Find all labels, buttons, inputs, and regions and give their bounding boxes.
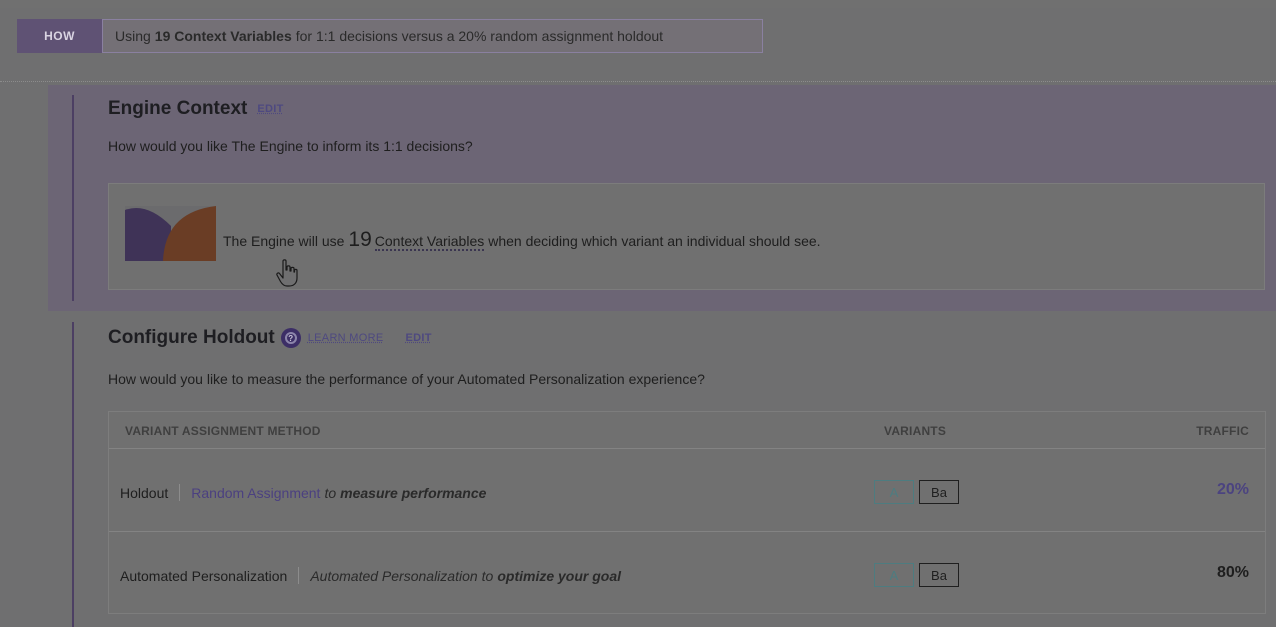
divider [179,484,181,501]
method-to: to [324,484,337,501]
traffic-value: 20% [1216,481,1249,498]
holdout-edit-link[interactable]: EDIT [406,332,432,344]
learn-more-link[interactable]: LEARN MORE [308,332,384,344]
configure-holdout-heading: Configure Holdout ? LEARN MORE EDIT [108,327,432,349]
table-row[interactable]: Holdout Random Assignment to measure per… [109,450,1265,532]
hand-pointer-icon [276,259,298,287]
holdout-table: VARIANT ASSIGNMENT METHOD VARIANTS TRAFF… [108,411,1266,614]
engine-context-heading: Engine Context EDIT [108,98,284,120]
holdout-question: How would you like to measure the perfor… [108,371,705,387]
method-to: to [481,567,494,584]
engine-section-rail [72,95,74,301]
context-variable-count: 19 [348,228,372,251]
variant-b-badge[interactable]: Ba [919,563,959,587]
method-cell: Holdout Random Assignment to measure per… [120,484,486,501]
method-name: Automated Personalization [310,567,478,584]
holdout-section-rail [72,322,74,627]
engine-line-prefix: The Engine will use [223,233,345,249]
engine-line-suffix: when deciding which variant an individua… [488,233,821,249]
column-header-method: VARIANT ASSIGNMENT METHOD [125,424,321,438]
context-variables-link[interactable]: Context Variables [374,233,485,251]
variants-cell: A Ba [874,480,959,504]
top-bar [0,0,1276,8]
method-cell: Automated Personalization Automated Pers… [120,567,621,584]
section-divider [0,81,1276,82]
engine-illustration [125,206,216,261]
how-prefix: Using [115,28,151,44]
table-row[interactable]: Automated Personalization Automated Pers… [109,533,1265,615]
engine-description: The Engine will use 19 Context Variables… [223,228,821,252]
row-name: Holdout [120,484,169,501]
how-summary-text[interactable]: Using 19 Context Variables for 1:1 decis… [102,19,763,53]
column-header-traffic: TRAFFIC [1196,424,1249,438]
engine-question: How would you like The Engine to inform … [108,138,473,154]
how-bold: 19 Context Variables [154,28,292,44]
divider [298,567,300,584]
holdout-title: Configure Holdout [108,327,275,348]
variant-b-badge[interactable]: Ba [919,480,959,504]
row-name: Automated Personalization [120,567,288,584]
method-goal: optimize your goal [497,567,622,584]
engine-context-title: Engine Context [108,98,248,119]
how-tag[interactable]: HOW [17,19,102,53]
table-header: VARIANT ASSIGNMENT METHOD VARIANTS TRAFF… [109,412,1265,449]
method-goal: measure performance [340,484,487,501]
variant-a-badge[interactable]: A [874,480,914,504]
variants-cell: A Ba [874,563,959,587]
help-icon[interactable]: ? [280,328,301,348]
how-suffix: for 1:1 decisions versus a 20% random as… [295,28,664,44]
method-name: Random Assignment [191,484,321,501]
variant-a-badge[interactable]: A [874,563,914,587]
column-header-variants: VARIANTS [884,424,947,438]
traffic-value: 80% [1216,564,1249,581]
how-summary: HOW Using 19 Context Variables for 1:1 d… [17,19,763,53]
engine-edit-link[interactable]: EDIT [257,103,283,115]
